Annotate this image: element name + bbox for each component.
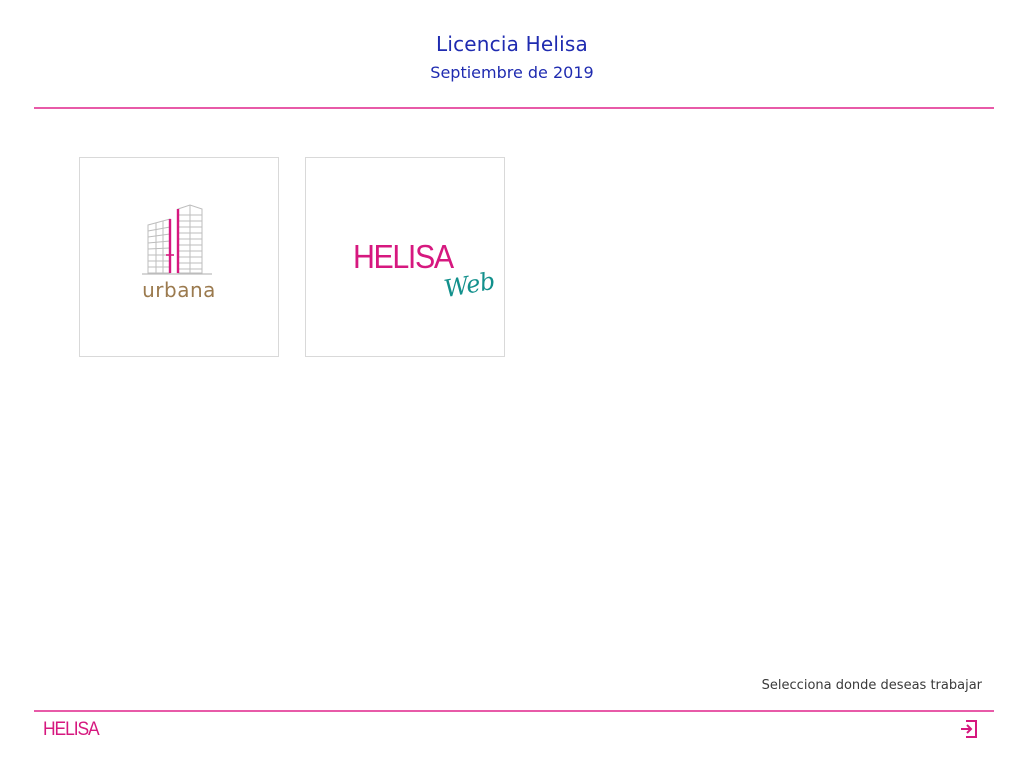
page-subtitle: Septiembre de 2019	[430, 63, 594, 82]
license-selection-page: Licencia Helisa Septiembre de 2019 urban…	[0, 0, 1024, 768]
logout-button[interactable]	[958, 718, 980, 740]
urbana-logo-text: urbana	[142, 278, 216, 302]
header-divider	[34, 107, 994, 109]
helisa-web-tile[interactable]: HELISA Web	[305, 157, 505, 357]
logout-icon	[961, 720, 977, 738]
selection-hint: Selecciona donde deseas trabajar	[761, 678, 982, 693]
page-title: Licencia Helisa	[436, 32, 588, 56]
footer-helisa-logo: HELISA	[43, 719, 100, 740]
buildings-icon	[142, 204, 212, 275]
footer-divider	[34, 710, 994, 712]
helisa-logo-text: HELISA	[353, 238, 454, 275]
urbana-tile[interactable]: urbana	[79, 157, 279, 357]
